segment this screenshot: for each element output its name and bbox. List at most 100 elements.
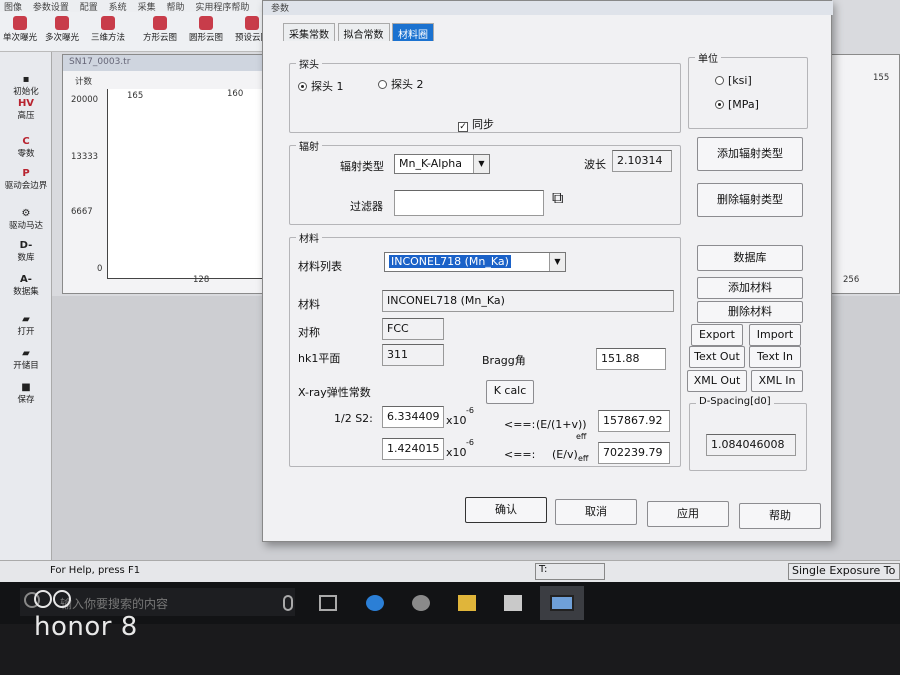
delete-material-button[interactable]: 删除材料 xyxy=(697,301,803,323)
sidebar-item-motor[interactable]: ⚙ 驱动马达 xyxy=(0,208,52,231)
xml-out-button[interactable]: XML Out xyxy=(687,370,747,392)
radio-checked-icon xyxy=(298,82,307,91)
filter-input[interactable] xyxy=(394,190,544,216)
material-list-label: 材料列表 xyxy=(298,260,342,273)
sidebar-item-boundary[interactable]: P 驱动会边界 xyxy=(0,168,52,191)
filter-browse-icon[interactable]: ⧉ xyxy=(552,188,563,208)
multi-exposure-button[interactable]: 多次曝光 xyxy=(42,16,82,43)
x-tick: 256 xyxy=(843,275,860,285)
single-exposure-button[interactable]: 单次曝光 xyxy=(0,16,40,43)
sidebar-item-hv[interactable]: HV 高压 xyxy=(0,98,52,121)
s1-field[interactable]: 1.424015 xyxy=(382,438,444,460)
symmetry-field[interactable]: FCC xyxy=(382,318,444,340)
probe-1-radio[interactable]: 探头 1 xyxy=(298,78,344,94)
circle-cloud-button[interactable]: 圆形云图 xyxy=(186,16,226,43)
radiation-type-label: 辐射类型 xyxy=(340,160,384,173)
export-button[interactable]: Export xyxy=(691,324,743,346)
sidebar-item-open-dir[interactable]: ▰ 开储目 xyxy=(0,348,52,371)
sidebar-item-init[interactable]: ▪ 初始化 xyxy=(0,74,52,97)
eff-subscript: eff xyxy=(576,432,587,441)
half-s2-field[interactable]: 6.334409 xyxy=(382,406,444,428)
sync-checkbox[interactable]: ✓ 同步 xyxy=(458,116,494,132)
active-app-button[interactable] xyxy=(540,586,584,620)
apply-button[interactable]: 应用 xyxy=(647,501,729,527)
store-icon[interactable] xyxy=(504,595,522,611)
arrow-label: <==: xyxy=(504,448,536,461)
radiation-type-select[interactable]: Mn_K-Alpha ▼ xyxy=(394,154,490,174)
y-axis-title: 计数 xyxy=(75,77,93,87)
main-toolbar: 单次曝光 多次曝光 三维方法 方形云图 圆形云图 预设云图 xyxy=(0,12,275,52)
exposure-icon xyxy=(55,16,69,30)
square-cloud-button[interactable]: 方形云图 xyxy=(140,16,180,43)
radio-checked-icon xyxy=(715,100,724,109)
status-mode: Single Exposure To xyxy=(788,563,900,580)
material-name-label: 材料 xyxy=(298,298,320,311)
eff-subscript: eff xyxy=(578,454,589,463)
material-list-select[interactable]: INCONEL718 (Mn_Ka) ▼ xyxy=(384,252,566,272)
dialog-title-bar: 参数 xyxy=(263,1,833,15)
status-help-text: For Help, press F1 xyxy=(50,565,141,576)
e-v-field[interactable]: 702239.79 xyxy=(598,442,670,464)
menu-item-acquire[interactable]: 采集 xyxy=(138,3,156,12)
sidebar-item-constants[interactable]: C 零数 xyxy=(0,136,52,159)
help-button[interactable]: 帮助 xyxy=(739,503,821,529)
menu-item-config[interactable]: 配置 xyxy=(80,3,98,12)
tab-material[interactable]: 材料圈 xyxy=(392,23,434,41)
wavelength-label: 波长 xyxy=(584,158,606,171)
app-bird-icon[interactable] xyxy=(412,595,430,611)
unit-ksi-radio[interactable]: [ksi] xyxy=(715,74,752,87)
cancel-button[interactable]: 取消 xyxy=(555,499,637,525)
motor-icon: ⚙ xyxy=(21,208,31,219)
sidebar-item-open[interactable]: ▰ 打开 xyxy=(0,314,52,337)
delete-radiation-type-button[interactable]: 删除辐射类型 xyxy=(697,183,803,217)
checkmark-icon: ✓ xyxy=(458,122,468,132)
database-button[interactable]: 数据库 xyxy=(697,245,803,271)
menu-item-system[interactable]: 系统 xyxy=(109,3,127,12)
add-radiation-type-button[interactable]: 添加辐射类型 xyxy=(697,137,803,171)
menu-item-image[interactable]: 图像 xyxy=(4,3,22,12)
bragg-angle-label: Bragg角 xyxy=(482,354,526,367)
status-bar: For Help, press F1 T: Single Exposure To xyxy=(0,560,900,582)
sidebar-item-dataset[interactable]: A- 数据集 xyxy=(0,274,52,297)
3d-method-button[interactable]: 三维方法 xyxy=(88,16,128,43)
probe-2-radio[interactable]: 探头 2 xyxy=(378,76,424,92)
search-placeholder: 输入你要搜索的内容 xyxy=(60,597,169,611)
menu-item-params[interactable]: 参数设置 xyxy=(33,3,69,12)
add-material-button[interactable]: 添加材料 xyxy=(697,277,803,299)
text-in-button[interactable]: Text In xyxy=(749,346,801,368)
file-explorer-icon[interactable] xyxy=(458,595,476,611)
xray-elastic-constants-label: X-ray弹性常数 xyxy=(298,386,371,399)
microphone-icon[interactable] xyxy=(283,595,293,611)
camera-watermark: honor 8 xyxy=(34,612,138,642)
hkl-plane-field[interactable]: 311 xyxy=(382,344,444,366)
menu-item-help[interactable]: 帮助 xyxy=(166,3,184,12)
hkl-plane-label: hk1平面 xyxy=(298,352,341,365)
wavelength-field[interactable]: 2.10314 xyxy=(612,150,672,172)
k-calc-button[interactable]: K calc xyxy=(486,380,534,404)
exponent-label: -6 xyxy=(466,438,474,447)
chevron-down-icon: ▼ xyxy=(473,155,489,173)
3d-icon xyxy=(101,16,115,30)
text-out-button[interactable]: Text Out xyxy=(689,346,745,368)
tab-acquisition-constants[interactable]: 采集常数 xyxy=(283,23,335,41)
x10-label: x10 xyxy=(446,414,467,427)
save-icon: ■ xyxy=(21,382,31,393)
edge-browser-icon[interactable] xyxy=(366,595,384,611)
import-button[interactable]: Import xyxy=(749,324,801,346)
e-1v-field[interactable]: 157867.92 xyxy=(598,410,670,432)
exposure-icon xyxy=(13,16,27,30)
xml-in-button[interactable]: XML In xyxy=(751,370,803,392)
tab-fitting-constants[interactable]: 拟合常数 xyxy=(337,23,390,41)
menu-item-utility-help[interactable]: 实用程序帮助 xyxy=(195,3,249,12)
material-name-field[interactable]: INCONEL718 (Mn_Ka) xyxy=(382,290,674,312)
task-view-icon[interactable] xyxy=(319,595,337,611)
sidebar-item-save[interactable]: ■ 保存 xyxy=(0,382,52,405)
unit-mpa-radio[interactable]: [MPa] xyxy=(715,98,759,111)
ok-button[interactable]: 确认 xyxy=(465,497,547,523)
bragg-angle-field[interactable]: 151.88 xyxy=(596,348,666,370)
arrow-label: <==: xyxy=(504,418,536,431)
d-spacing-group: D-Spacing[d0] 1.084046008 xyxy=(689,396,807,471)
e-1v-formula-label: (E/(1+v)) xyxy=(536,418,587,431)
d-spacing-field[interactable]: 1.084046008 xyxy=(706,434,796,456)
sidebar-item-database[interactable]: D- 数库 xyxy=(0,240,52,263)
